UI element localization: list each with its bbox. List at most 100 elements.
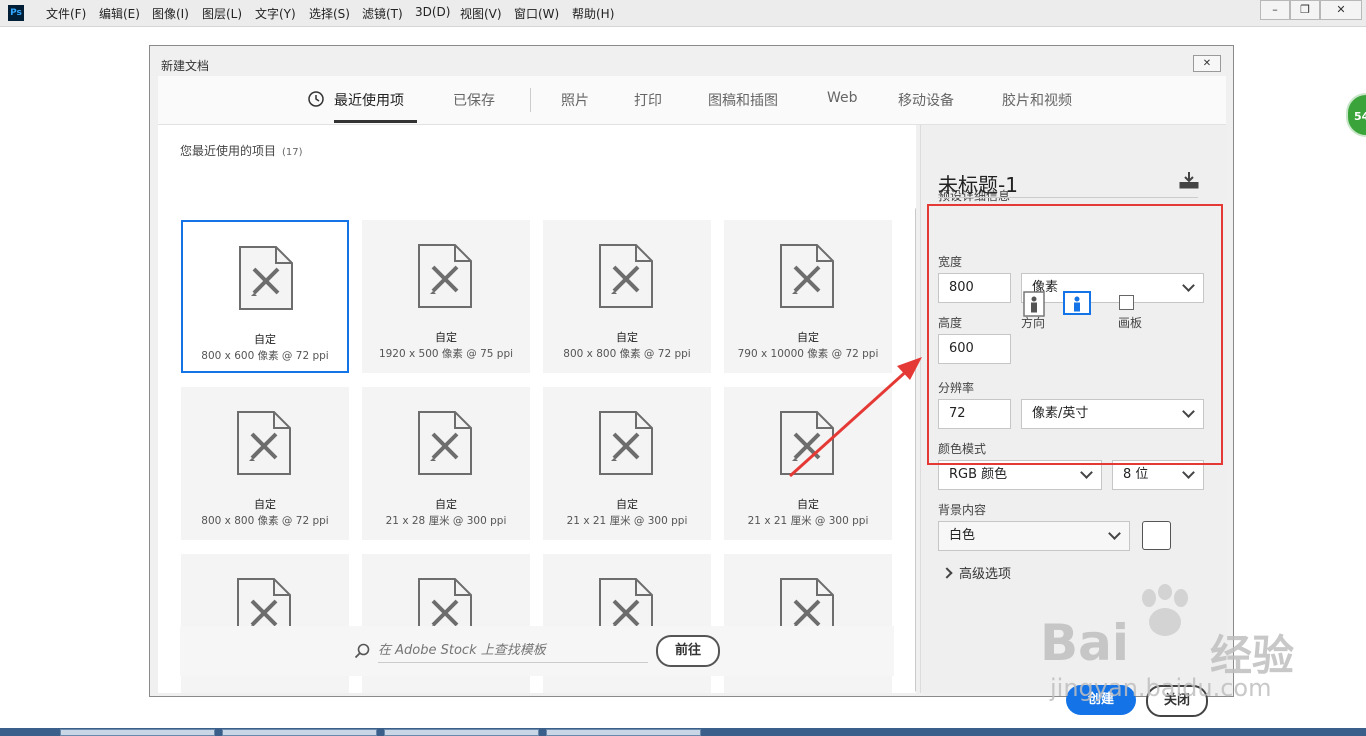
document-name[interactable]: 未标题-1 xyxy=(938,169,1018,198)
tab-web[interactable]: Web xyxy=(827,90,858,106)
tab-photo[interactable]: 照片 xyxy=(561,90,589,110)
menu-image[interactable]: 图像(I) xyxy=(152,5,189,22)
preset-name: 自定 xyxy=(797,331,819,344)
tab-film-video[interactable]: 胶片和视频 xyxy=(1002,90,1072,110)
background-value: 白色 xyxy=(949,528,976,543)
dialog-close-x-button[interactable]: ✕ xyxy=(1193,55,1221,72)
tab-mobile[interactable]: 移动设备 xyxy=(898,90,954,110)
preset-name: 自定 xyxy=(435,331,457,344)
recent-items-title: 您最近使用的项目 xyxy=(180,144,277,158)
stock-search-input[interactable] xyxy=(378,638,648,663)
menu-view[interactable]: 视图(V) xyxy=(460,5,502,22)
preset-dimensions: 800 x 800 像素 @ 72 ppi xyxy=(563,348,691,360)
artboard-checkbox[interactable] xyxy=(1119,295,1134,310)
preset-tab-bar: 最近使用项 已保存 照片 打印 图稿和插图 Web 移动设备 胶片和视频 xyxy=(158,76,1226,125)
adobe-stock-search-bar: 前往 xyxy=(180,626,894,676)
document-template-icon xyxy=(418,411,472,475)
recent-items-heading: 您最近使用的项目 (17) xyxy=(180,142,303,159)
tab-recent[interactable]: 最近使用项 xyxy=(334,90,404,110)
menu-window[interactable]: 窗口(W) xyxy=(514,5,559,22)
search-icon xyxy=(354,643,370,659)
height-input[interactable]: 600 xyxy=(938,334,1011,364)
preset-dimensions: 21 x 21 厘米 @ 300 ppi xyxy=(566,515,688,527)
restore-button[interactable]: ❐ xyxy=(1290,0,1320,20)
stock-go-button[interactable]: 前往 xyxy=(656,635,720,667)
taskbar-button[interactable] xyxy=(384,729,539,736)
document-template-icon xyxy=(780,411,834,475)
preset-dimensions: 21 x 28 厘米 @ 300 ppi xyxy=(385,515,507,527)
menu-bar: Ps 文件(F) 编辑(E) 图像(I) 图层(L) 文字(Y) 选择(S) 滤… xyxy=(0,0,1366,27)
dialog-title: 新建文档 xyxy=(161,59,210,73)
recent-items-pane: 您最近使用的项目 (17) 自定 800 x 600 像素 @ 72 ppi 自定 19… xyxy=(158,125,916,693)
portrait-orientation-icon[interactable] xyxy=(1023,291,1045,317)
recent-items-scrollbar[interactable] xyxy=(915,207,916,693)
new-document-dialog: 新建文档 ✕ 最近使用项 已保存 照片 打印 图稿和插图 Web 移动设备 胶片… xyxy=(149,45,1234,717)
menu-type[interactable]: 文字(Y) xyxy=(255,5,296,22)
app-close-button[interactable]: ✕ xyxy=(1320,0,1362,20)
active-tab-underline xyxy=(334,120,417,123)
preset-dimensions: 1920 x 500 像素 @ 75 ppi xyxy=(378,348,514,360)
recent-preset-tile[interactable]: 自定 21 x 21 厘米 @ 300 ppi xyxy=(543,387,711,540)
width-unit-select[interactable]: 像素 xyxy=(1021,273,1204,303)
color-mode-select[interactable]: RGB 颜色 xyxy=(938,460,1102,490)
menu-help[interactable]: 帮助(H) xyxy=(572,5,614,22)
preset-details-pane: 预设详细信息 未标题-1 宽度 800 像素 高度 方向 画板 600 分辨率 … xyxy=(920,125,1227,717)
resolution-unit-select[interactable]: 像素/英寸 xyxy=(1021,399,1204,429)
save-preset-icon[interactable] xyxy=(1179,171,1199,189)
menu-3d[interactable]: 3D(D) xyxy=(415,5,450,19)
landscape-orientation-icon[interactable] xyxy=(1063,291,1091,315)
chevron-right-icon xyxy=(941,567,953,579)
tab-print[interactable]: 打印 xyxy=(634,90,662,110)
preset-name: 自定 xyxy=(616,331,638,344)
recent-preset-tile[interactable]: 自定 21 x 28 厘米 @ 300 ppi xyxy=(362,387,530,540)
menu-file[interactable]: 文件(F) xyxy=(46,5,86,22)
background-label: 背景内容 xyxy=(938,503,987,517)
recent-preset-tile[interactable]: 自定 800 x 600 像素 @ 72 ppi xyxy=(181,220,349,373)
create-button[interactable]: 创建 xyxy=(1066,685,1136,715)
recent-preset-tile[interactable]: 自定 800 x 800 像素 @ 72 ppi xyxy=(543,220,711,373)
menu-filter[interactable]: 滤镜(T) xyxy=(362,5,403,22)
floating-badge[interactable]: 54 xyxy=(1346,93,1366,137)
chevron-down-icon xyxy=(1182,466,1195,479)
recent-preset-tile[interactable]: 自定 21 x 21 厘米 @ 300 ppi xyxy=(724,387,892,540)
clock-icon xyxy=(308,91,324,107)
document-template-icon xyxy=(599,411,653,475)
tab-separator xyxy=(530,88,531,112)
minimize-button[interactable]: – xyxy=(1260,0,1290,20)
preset-dimensions: 800 x 600 像素 @ 72 ppi xyxy=(201,350,329,362)
chevron-down-icon xyxy=(1182,405,1195,418)
recent-preset-tile[interactable]: 自定 790 x 10000 像素 @ 72 ppi xyxy=(724,220,892,373)
taskbar-button[interactable] xyxy=(60,729,215,736)
background-select[interactable]: 白色 xyxy=(938,521,1130,551)
bit-depth-select[interactable]: 8 位 xyxy=(1112,460,1204,490)
document-name-underline xyxy=(938,197,1198,198)
background-color-swatch[interactable] xyxy=(1142,521,1171,550)
preset-name: 自定 xyxy=(797,498,819,511)
resolution-input[interactable]: 72 xyxy=(938,399,1011,429)
artboard-label: 画板 xyxy=(1118,316,1143,330)
recent-items-count: (17) xyxy=(282,147,303,158)
advanced-options-label: 高级选项 xyxy=(959,567,1012,582)
menu-select[interactable]: 选择(S) xyxy=(309,5,350,22)
recent-preset-tile[interactable]: 自定 1920 x 500 像素 @ 75 ppi xyxy=(362,220,530,373)
menu-edit[interactable]: 编辑(E) xyxy=(99,5,140,22)
document-template-icon xyxy=(599,244,653,308)
document-template-icon xyxy=(780,244,834,308)
resolution-label: 分辨率 xyxy=(938,381,975,395)
document-template-icon xyxy=(237,411,291,475)
tab-saved[interactable]: 已保存 xyxy=(453,90,495,110)
tab-art-illustration[interactable]: 图稿和插图 xyxy=(708,90,778,110)
advanced-options-toggle[interactable]: 高级选项 xyxy=(941,563,1012,582)
document-template-icon xyxy=(418,244,472,308)
preset-dimensions: 790 x 10000 像素 @ 72 ppi xyxy=(737,348,879,360)
width-input[interactable]: 800 xyxy=(938,273,1011,303)
taskbar-button[interactable] xyxy=(546,729,701,736)
preset-dimensions: 21 x 21 厘米 @ 300 ppi xyxy=(747,515,869,527)
preset-name: 自定 xyxy=(435,498,457,511)
chevron-down-icon xyxy=(1108,527,1121,540)
preset-name: 自定 xyxy=(616,498,638,511)
taskbar-button[interactable] xyxy=(222,729,377,736)
recent-preset-tile[interactable]: 自定 800 x 800 像素 @ 72 ppi xyxy=(181,387,349,540)
menu-layer[interactable]: 图层(L) xyxy=(202,5,242,22)
close-button[interactable]: 关闭 xyxy=(1146,685,1208,717)
